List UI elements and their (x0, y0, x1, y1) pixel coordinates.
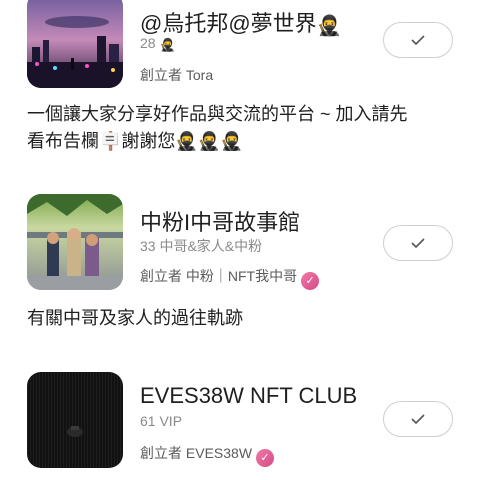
creator-label: 創立者 (140, 268, 182, 284)
group-2-description: 有關中哥及家人的過往軌跡 (27, 305, 457, 332)
group-3-title[interactable]: EVES38W NFT CLUB (140, 383, 357, 409)
group-1-title-text: @烏托邦@夢世界 (140, 11, 317, 36)
group-1-member-count: 28 🥷 (140, 35, 175, 53)
ninja-emoji: 🥷 (159, 38, 176, 52)
verified-badge-icon: ✓ (301, 272, 320, 290)
check-icon (411, 35, 425, 45)
logo-image (27, 372, 123, 468)
creator-name[interactable]: Tora (186, 67, 213, 83)
creator-name[interactable]: 中粉｜NFT我中哥 (186, 268, 297, 284)
group-3-count-text: 61 VIP (140, 413, 183, 429)
follow-button[interactable] (383, 401, 453, 437)
group-1-creator: 創立者 Tora (140, 65, 213, 85)
creator-label: 創立者 (140, 67, 182, 83)
ninja-emoji: 🥷 (316, 15, 342, 37)
group-1-description: 一個讓大家分享好作品與交流的平台 ~ 加入請先 看布告欄🪧謝謝您🥷🥷🥷 (27, 101, 457, 155)
cityscape-image (27, 0, 123, 88)
group-2-count-text: 33 中哥&家人&中粉 (140, 238, 263, 254)
description-line-1: 一個讓大家分享好作品與交流的平台 ~ 加入請先 (27, 104, 408, 124)
group-1-thumbnail[interactable] (27, 0, 123, 88)
group-1-title[interactable]: @烏托邦@夢世界🥷 (140, 6, 341, 38)
group-3-member-count: 61 VIP (140, 413, 182, 429)
check-icon (411, 238, 425, 248)
group-2-creator: 創立者 中粉｜NFT我中哥 ✓ (140, 266, 320, 290)
group-1-count-text: 28 (140, 35, 156, 51)
group-3-title-text: EVES38W NFT CLUB (140, 383, 358, 408)
group-3-creator: 創立者 EVES38W ✓ (140, 443, 275, 467)
verified-badge-icon: ✓ (256, 449, 275, 467)
photo-image (27, 194, 123, 290)
description-line-2: 看布告欄🪧謝謝您🥷🥷🥷 (27, 131, 243, 151)
group-2-thumbnail[interactable] (27, 194, 123, 290)
check-icon (411, 414, 425, 424)
description-line-1: 有關中哥及家人的過往軌跡 (27, 308, 243, 328)
follow-button[interactable] (383, 22, 453, 58)
creator-label: 創立者 (140, 445, 182, 461)
group-2-title-text: 中粉I中哥故事館 (140, 210, 301, 235)
group-2-title[interactable]: 中粉I中哥故事館 (140, 205, 300, 237)
group-2-member-count: 33 中哥&家人&中粉 (140, 236, 262, 256)
creator-name[interactable]: EVES38W (186, 445, 252, 461)
group-3-thumbnail[interactable] (27, 372, 123, 468)
follow-button[interactable] (383, 225, 453, 261)
